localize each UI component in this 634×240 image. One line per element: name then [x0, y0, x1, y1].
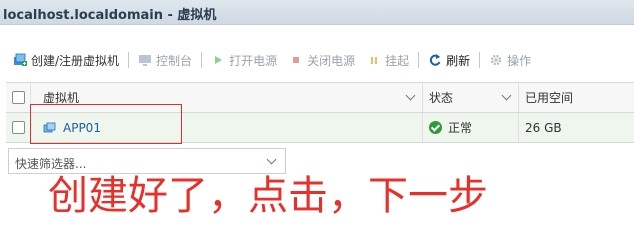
column-header-status[interactable]: 状态	[422, 83, 518, 112]
power-off-label: 关闭电源	[307, 53, 356, 68]
refresh-button[interactable]: 刷新	[425, 48, 473, 72]
toolbar-divider	[479, 52, 481, 68]
actions-label: 操作	[507, 53, 532, 68]
gear-icon	[489, 53, 503, 67]
suspend-icon	[367, 53, 381, 67]
console-button[interactable]: 控制台	[135, 48, 195, 72]
refresh-icon	[428, 53, 442, 67]
column-header-used-space[interactable]: 已用空间	[518, 83, 634, 112]
column-header-status-label: 状态	[429, 91, 454, 105]
console-label: 控制台	[156, 53, 193, 68]
window-title-bar: localhost.localdomain - 虚拟机	[0, 0, 634, 25]
power-off-icon	[289, 53, 303, 67]
vm-status: 正常	[448, 121, 473, 135]
chevron-down-icon[interactable]	[266, 154, 277, 165]
suspend-label: 挂起	[385, 53, 410, 68]
toolbar: 创建/注册虚拟机 控制台 打开电源 关闭电源 挂起 刷新 操作	[0, 46, 634, 74]
highlight-box	[30, 104, 182, 144]
actions-button[interactable]: 操作	[486, 48, 534, 72]
annotation-text: 创建好了，点击，下一步	[48, 173, 488, 219]
vm-status-cell: 正常	[422, 113, 518, 142]
create-vm-label: 创建/注册虚拟机	[31, 53, 120, 68]
select-all-checkbox-cell[interactable]	[6, 83, 30, 112]
create-vm-button[interactable]: 创建/注册虚拟机	[10, 48, 122, 72]
status-ok-icon	[429, 121, 442, 134]
create-vm-icon	[13, 53, 27, 67]
power-off-button[interactable]: 关闭电源	[286, 48, 358, 72]
window-title: localhost.localdomain - 虚拟机	[3, 8, 217, 23]
suspend-button[interactable]: 挂起	[364, 48, 412, 72]
power-on-icon	[211, 53, 225, 67]
quick-filter-dropdown[interactable]: 快速筛选器...	[8, 148, 286, 174]
toolbar-divider	[418, 52, 420, 68]
toolbar-divider	[128, 52, 130, 68]
vm-used-space-cell: 26 GB	[518, 113, 634, 142]
quick-filter-placeholder: 快速筛选器...	[15, 157, 87, 171]
toolbar-divider	[201, 52, 203, 68]
chevron-down-icon[interactable]	[501, 90, 512, 101]
vm-used-space: 26 GB	[525, 120, 562, 135]
power-on-label: 打开电源	[229, 53, 278, 68]
row-checkbox-cell[interactable]	[6, 113, 30, 142]
console-icon	[138, 53, 152, 67]
select-all-checkbox[interactable]	[11, 91, 25, 104]
row-checkbox[interactable]	[11, 121, 25, 134]
refresh-label: 刷新	[446, 53, 471, 68]
column-header-used-space-label: 已用空间	[525, 91, 574, 105]
chevron-down-icon[interactable]	[405, 90, 416, 101]
power-on-button[interactable]: 打开电源	[208, 48, 280, 72]
